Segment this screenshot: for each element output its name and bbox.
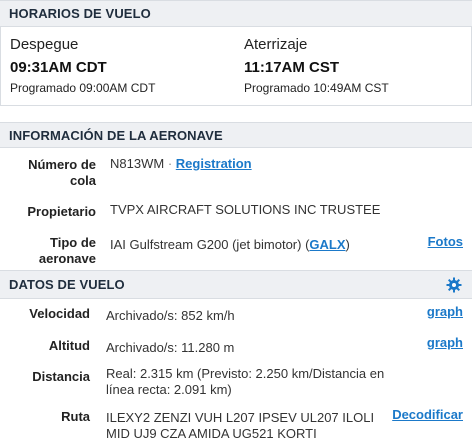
speed-value: Archivado/s: 852 km/h [106,308,235,323]
aircraft-info-title: INFORMACIÓN DE LA AERONAVE [9,127,223,143]
arrival-time: 11:17AM CST [244,59,340,76]
departure-scheduled: Programado 09:00AM CDT [10,81,156,95]
route-line-2: MID UJ9 CZA AMIDA UG521 KORTI [106,426,317,441]
flight-schedule-card: Despegue 09:31AM CDT Programado 09:00AM … [0,27,472,106]
tail-number-label-line2: cola [69,173,96,188]
speed-label: Velocidad [29,306,90,321]
registration-link[interactable]: Registration [176,156,252,171]
route-label: Ruta [61,409,90,424]
distance-line-2: línea recta: 2.091 km) [106,382,232,397]
tail-separator: · [167,156,173,171]
distance-line-1: Real: 2.315 km (Previsto: 2.250 km/Dista… [106,366,385,381]
gear-icon[interactable] [446,277,462,293]
tail-number-label-line1: Número de [28,157,96,172]
distance-label: Distancia [32,369,90,384]
aircraft-info-header: INFORMACIÓN DE LA AERONAVE [0,122,472,148]
tail-number-label: Número de cola [10,157,96,189]
flight-schedule-title: HORARIOS DE VUELO [9,6,151,21]
departure-block: Despegue 09:31AM CDT Programado 09:00AM … [10,36,155,95]
aircraft-type-close: ) [345,237,350,252]
decode-route-link[interactable]: Decodificar [392,407,463,422]
distance-value: Real: 2.315 km (Previsto: 2.250 km/Dista… [106,366,384,398]
speed-graph-link[interactable]: graph [427,304,463,319]
aircraft-type-label-line1: Tipo de [50,235,96,250]
aircraft-type-code-link[interactable]: GALX [309,237,345,252]
flight-data-title: DATOS DE VUELO [9,277,125,292]
arrival-scheduled: Programado 10:49AM CST [244,81,389,95]
route-value: ILEXY2 ZENZI VUH L207 IPSEV UL207 ILOLI … [106,410,374,442]
route-line-1: ILEXY2 ZENZI VUH L207 IPSEV UL207 ILOLI [106,410,375,425]
altitude-label: Altitud [48,338,90,353]
aircraft-type-label: Tipo de aeronave [10,235,96,267]
tail-number: N813WM [110,156,165,171]
altitude-value: Archivado/s: 11.280 m [106,340,235,355]
tail-number-value: N813WM · Registration [110,156,252,172]
flight-schedule-header: HORARIOS DE VUELO [0,0,472,27]
arrival-block: Aterrizaje 11:17AM CST Programado 10:49A… [244,36,389,95]
aircraft-type-value: IAI Gulfstream G200 (jet bimotor) (GALX) [110,237,350,253]
owner-value: TVPX AIRCRAFT SOLUTIONS INC TRUSTEE [110,202,381,217]
owner-label: Propietario [27,204,96,219]
flight-data-header: DATOS DE VUELO [0,270,472,299]
departure-time: 09:31AM CDT [10,59,107,76]
aircraft-type-label-line2: aeronave [38,251,96,266]
aircraft-type-text: IAI Gulfstream G200 (jet bimotor) ( [110,237,310,252]
arrival-label: Aterrizaje [244,36,308,53]
departure-label: Despegue [10,36,79,53]
photos-link[interactable]: Fotos [428,234,463,249]
altitude-graph-link[interactable]: graph [427,335,463,350]
